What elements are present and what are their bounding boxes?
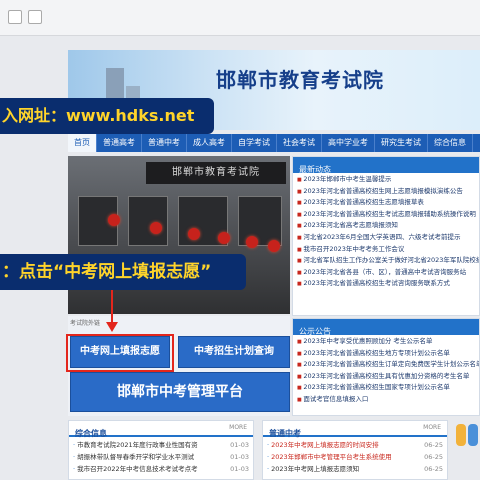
news-list: 2023年邯郸市中考生温馨提示 2023年河北省普通高校招生网上志愿填报模拟演练… <box>293 173 479 290</box>
notice-item[interactable]: 2023年河北省普通高校招生地方专项计划公示名单 <box>297 348 479 360</box>
building-photo: 邯郸市教育考试院 <box>68 156 290 314</box>
nav-item-home[interactable]: 首页 <box>68 134 97 152</box>
instruction-callout-text: ：点击“中考网上填报志愿” <box>2 262 212 282</box>
nav-item-gaokao[interactable]: 普通高考 <box>97 134 142 152</box>
item-text: 我市召开2022年中考信息技术考试考点考 <box>77 465 198 473</box>
item-text: 胡振林带队督导春季开学和学业水平测试 <box>77 453 195 461</box>
panel-title: 综合信息 <box>75 429 107 438</box>
news-item[interactable]: 我市召开2023年中考考务工作会议 <box>297 244 479 256</box>
nav-item-social-exam[interactable]: 社会考试 <box>277 134 322 152</box>
browser-toolbar <box>0 0 480 36</box>
news-item[interactable]: 2023年河北省普通高校招生志愿填报草表 <box>297 197 479 209</box>
item-text: 2023年邯郸市中考管理平台考生系统使用 <box>271 453 392 461</box>
item-date: 06-25 <box>422 451 443 463</box>
news-item[interactable]: 2023年河北省普通高校招生网上志愿填报模拟演练公告 <box>297 186 479 198</box>
list-item[interactable]: 2023年邯郸市中考管理平台考生系统使用 06-25 <box>267 451 443 463</box>
nav-item-zhongkao[interactable]: 普通中考 <box>142 134 187 152</box>
list-item[interactable]: 2023年中考网上填报志愿的时间安排 06-25 <box>267 439 443 451</box>
panel-title: 普通中考 <box>269 429 301 438</box>
notice-panel: 公示公告 2023年中考享受优惠照顾加分 考生公示名单 2023年河北省普通高校… <box>292 318 480 416</box>
window-graphic <box>128 196 168 246</box>
forward-icon[interactable] <box>28 10 42 24</box>
item-date: 06-25 <box>422 439 443 451</box>
notice-item[interactable]: 2023年河北省普通高校招生具有优惠加分资格的考生名单 <box>297 371 479 383</box>
zhongkao-list: 2023年中考网上填报志愿的时间安排 06-25 2023年邯郸市中考管理平台考生… <box>263 437 447 475</box>
building-sign: 邯郸市教育考试院 <box>146 162 286 184</box>
more-link[interactable]: MORE <box>229 424 247 431</box>
item-date: 01-03 <box>228 451 249 463</box>
notice-list: 2023年中考享受优惠照顾加分 考生公示名单 2023年河北省普通高校招生地方专… <box>293 335 479 405</box>
news-item[interactable]: 2023年邯郸市中考生温馨提示 <box>297 174 479 186</box>
notice-item[interactable]: 2023年河北省普通高校招生订单定向免费医学生计划公示名单 <box>297 359 479 371</box>
lantern-icon <box>108 214 120 226</box>
url-callout-text: 入网址：www.hdks.net <box>2 106 195 125</box>
nav-item-general-info[interactable]: 综合信息 <box>428 134 473 152</box>
main-nav: 首页 普通高考 普通中考 成人高考 自学考试 社会考试 高中学业考 研究生考试 … <box>68 134 480 152</box>
quick-links-label: 考试院外链 <box>70 320 101 327</box>
general-info-list: 市教育考试院2021年度行政事业性国有资 01-03 胡振林带队督导春季开学和学业… <box>69 437 253 475</box>
lantern-icon <box>150 222 162 234</box>
site-title: 邯郸市教育考试院 <box>216 68 384 92</box>
decor-graphic <box>468 424 478 446</box>
url-callout: 入网址：www.hdks.net <box>0 98 214 134</box>
list-item[interactable]: 我市召开2022年中考信息技术考试考点考 01-03 <box>73 463 249 475</box>
notice-item[interactable]: 2023年河北省普通高校招生国家专项计划公示名单 <box>297 382 479 394</box>
arrow-down-icon <box>106 322 118 332</box>
lantern-icon <box>246 236 258 248</box>
zhongkao-platform-button[interactable]: 邯郸市中考管理平台 <box>70 372 290 412</box>
panel-header: 综合信息 MORE <box>69 421 253 438</box>
news-item[interactable]: 2023年河北省普通高校招生考试志愿填报辅助系统操作说明 <box>297 209 479 221</box>
back-icon[interactable] <box>8 10 22 24</box>
nav-item-adult-exam[interactable]: 成人高考 <box>187 134 232 152</box>
zhongkao-panel: 普通中考 MORE 2023年中考网上填报志愿的时间安排 06-25 2023年邯… <box>262 420 448 480</box>
instruction-callout: ：点击“中考网上填报志愿” <box>0 254 246 290</box>
item-text: 2023年中考网上填报志愿须知 <box>271 465 360 473</box>
panel-header: 普通中考 MORE <box>263 421 447 438</box>
browser-page: 邯郸市教育考试院 首页 普通高考 普通中考 成人高考 自学考试 社会考试 高中学… <box>0 0 480 480</box>
item-date: 01-03 <box>228 439 249 451</box>
more-link[interactable]: MORE <box>423 424 441 431</box>
notice-item[interactable]: 面试考官信息填报入口 <box>297 394 479 406</box>
item-text: 市教育考试院2021年度行政事业性国有资 <box>77 441 198 449</box>
list-item[interactable]: 胡振林带队督导春季开学和学业水平测试 01-03 <box>73 451 249 463</box>
arrow-shaft <box>111 285 113 325</box>
news-item[interactable]: 2023年河北省高考志愿填报须知 <box>297 220 479 232</box>
news-item[interactable]: 2023年河北省普通高校招生考试咨询服务联系方式 <box>297 278 479 290</box>
decor-graphic <box>456 424 466 446</box>
nav-item-graduate-exam[interactable]: 研究生考试 <box>375 134 428 152</box>
panel-header: 最新动态 <box>293 157 479 174</box>
lantern-icon <box>268 240 280 252</box>
highlight-box <box>66 334 174 372</box>
lantern-icon <box>218 232 230 244</box>
item-text: 2023年中考网上填报志愿的时间安排 <box>271 441 379 449</box>
item-date: 06-25 <box>422 463 443 475</box>
news-item[interactable]: 河北省2023年6月全国大学英语四、六级考试考前提示 <box>297 232 479 244</box>
list-item[interactable]: 市教育考试院2021年度行政事业性国有资 01-03 <box>73 439 249 451</box>
list-item[interactable]: 2023年中考网上填报志愿须知 06-25 <box>267 463 443 475</box>
news-item[interactable]: 河北省军队招生工作办公室关于做好河北省2023年军队院校招生 <box>297 255 479 267</box>
panel-header: 公示公告 <box>293 319 479 336</box>
nav-item-self-study[interactable]: 自学考试 <box>232 134 277 152</box>
latest-news-panel: 最新动态 2023年邯郸市中考生温馨提示 2023年河北省普通高校招生网上志愿填… <box>292 156 480 316</box>
window-graphic <box>238 196 282 246</box>
item-date: 01-03 <box>228 463 249 475</box>
general-info-panel: 综合信息 MORE 市教育考试院2021年度行政事业性国有资 01-03 胡振林带… <box>68 420 254 480</box>
enrollment-plan-button[interactable]: 中考招生计划查询 <box>178 336 290 368</box>
lantern-icon <box>188 228 200 240</box>
notice-item[interactable]: 2023年中考享受优惠照顾加分 考生公示名单 <box>297 336 479 348</box>
news-item[interactable]: 2023年河北省各县（市、区），普通高中考试咨询服务站 <box>297 267 479 279</box>
nav-item-academic-test[interactable]: 高中学业考 <box>322 134 375 152</box>
